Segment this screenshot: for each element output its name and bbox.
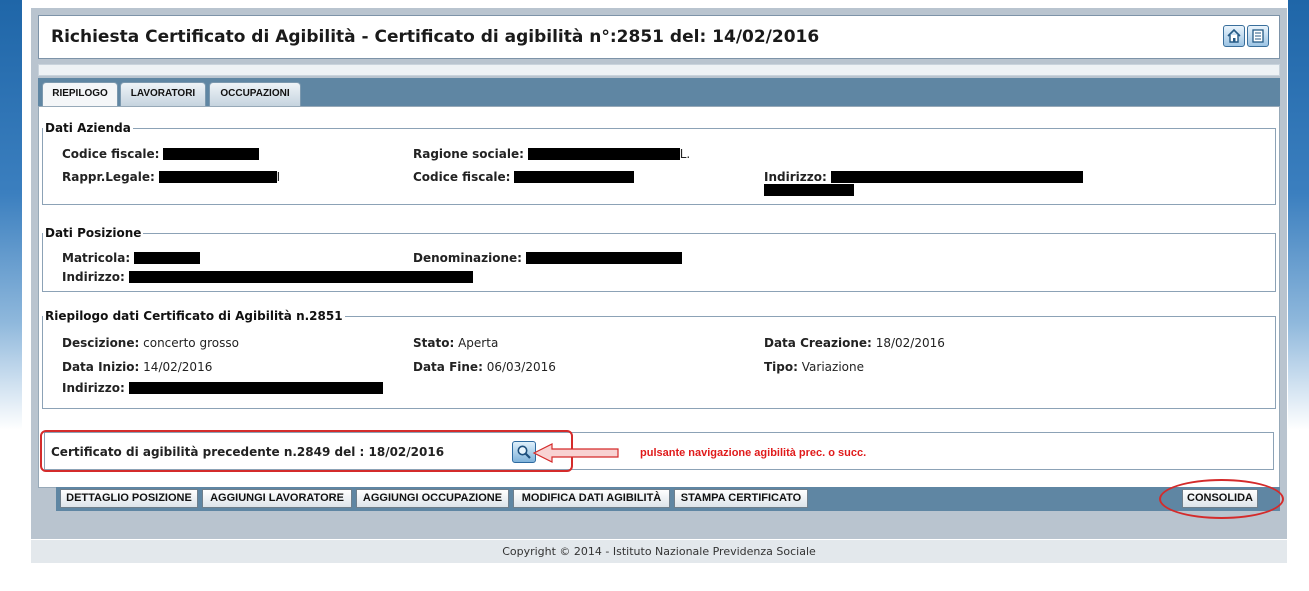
- redacted-block: [525, 252, 682, 264]
- riepilogo-data-creazione: Data Creazione: 18/02/2016: [764, 336, 945, 350]
- action-button-bar: DETTAGLIO POSIZIONE AGGIUNGI LAVORATORE …: [56, 487, 1280, 511]
- riepilogo-data-inizio: Data Inizio: 14/02/2016: [62, 360, 213, 374]
- tab-bar: RIEPILOGO LAVORATORI OCCUPAZIONI: [38, 78, 1280, 107]
- posizione-indirizzo: Indirizzo:: [62, 270, 473, 284]
- redacted-block: [527, 148, 680, 160]
- annotation-arrow-icon: [532, 443, 619, 463]
- home-icon[interactable]: [1223, 25, 1245, 47]
- azienda-codice-fiscale: Codice fiscale:: [62, 147, 260, 161]
- annotation-red-box: [40, 430, 573, 472]
- redacted-block: [158, 171, 277, 183]
- title-bar: Richiesta Certificato di Agibilità - Cer…: [38, 15, 1280, 59]
- left-side-stripe: [0, 0, 22, 430]
- consolida-annotation-ring: [1159, 479, 1284, 519]
- tab-occupazioni[interactable]: OCCUPAZIONI: [209, 82, 301, 106]
- footer: Copyright © 2014 - Istituto Nazionale Pr…: [31, 540, 1287, 563]
- azienda-rappr-legale: Rappr.Legale: I: [62, 170, 281, 184]
- redacted-block: [830, 171, 1083, 183]
- right-side-stripe: [1288, 0, 1309, 430]
- riepilogo-stato: Stato: Aperta: [413, 336, 499, 350]
- redacted-block: [764, 184, 854, 196]
- redacted-block: [134, 252, 201, 264]
- dati-azienda-group: Dati Azienda: [42, 121, 1276, 205]
- riepilogo-legend: Riepilogo dati Certificato di Agibilità …: [45, 309, 343, 323]
- azienda-indirizzo: Indirizzo:: [764, 170, 1083, 184]
- header-strip: [38, 64, 1280, 76]
- riepilogo-tipo: Tipo: Variazione: [764, 360, 864, 374]
- posizione-matricola: Matricola:: [62, 251, 201, 265]
- redacted-block: [128, 382, 383, 394]
- document-icon[interactable]: [1247, 25, 1269, 47]
- annotation-text: pulsante navigazione agibilità prec. o s…: [640, 447, 867, 459]
- modifica-dati-agibilita-button[interactable]: MODIFICA DATI AGIBILITÀ: [513, 489, 670, 508]
- posizione-denominazione: Denominazione:: [413, 251, 682, 265]
- redacted-block: [163, 148, 260, 160]
- azienda-codice-fiscale-2: Codice fiscale:: [413, 170, 635, 184]
- aggiungi-occupazione-button[interactable]: AGGIUNGI OCCUPAZIONE: [356, 489, 509, 508]
- dati-azienda-legend: Dati Azienda: [45, 121, 131, 135]
- tab-riepilogo[interactable]: RIEPILOGO: [42, 82, 118, 107]
- aggiungi-lavoratore-button[interactable]: AGGIUNGI LAVORATORE: [202, 489, 352, 508]
- riepilogo-data-fine: Data Fine: 06/03/2016: [413, 360, 556, 374]
- page-title: Richiesta Certificato di Agibilità - Cer…: [51, 27, 820, 47]
- dati-posizione-legend: Dati Posizione: [45, 226, 142, 240]
- redacted-block: [128, 271, 473, 283]
- riepilogo-descrizione: Descizione: concerto grosso: [62, 336, 239, 350]
- tab-lavoratori[interactable]: LAVORATORI: [120, 82, 206, 106]
- riepilogo-indirizzo: Indirizzo:: [62, 381, 383, 395]
- azienda-ragione-sociale: Ragione sociale: L.: [413, 147, 691, 161]
- dettaglio-posizione-button[interactable]: DETTAGLIO POSIZIONE: [60, 489, 198, 508]
- stampa-certificato-button[interactable]: STAMPA CERTIFICATO: [674, 489, 808, 508]
- redacted-block: [514, 171, 635, 183]
